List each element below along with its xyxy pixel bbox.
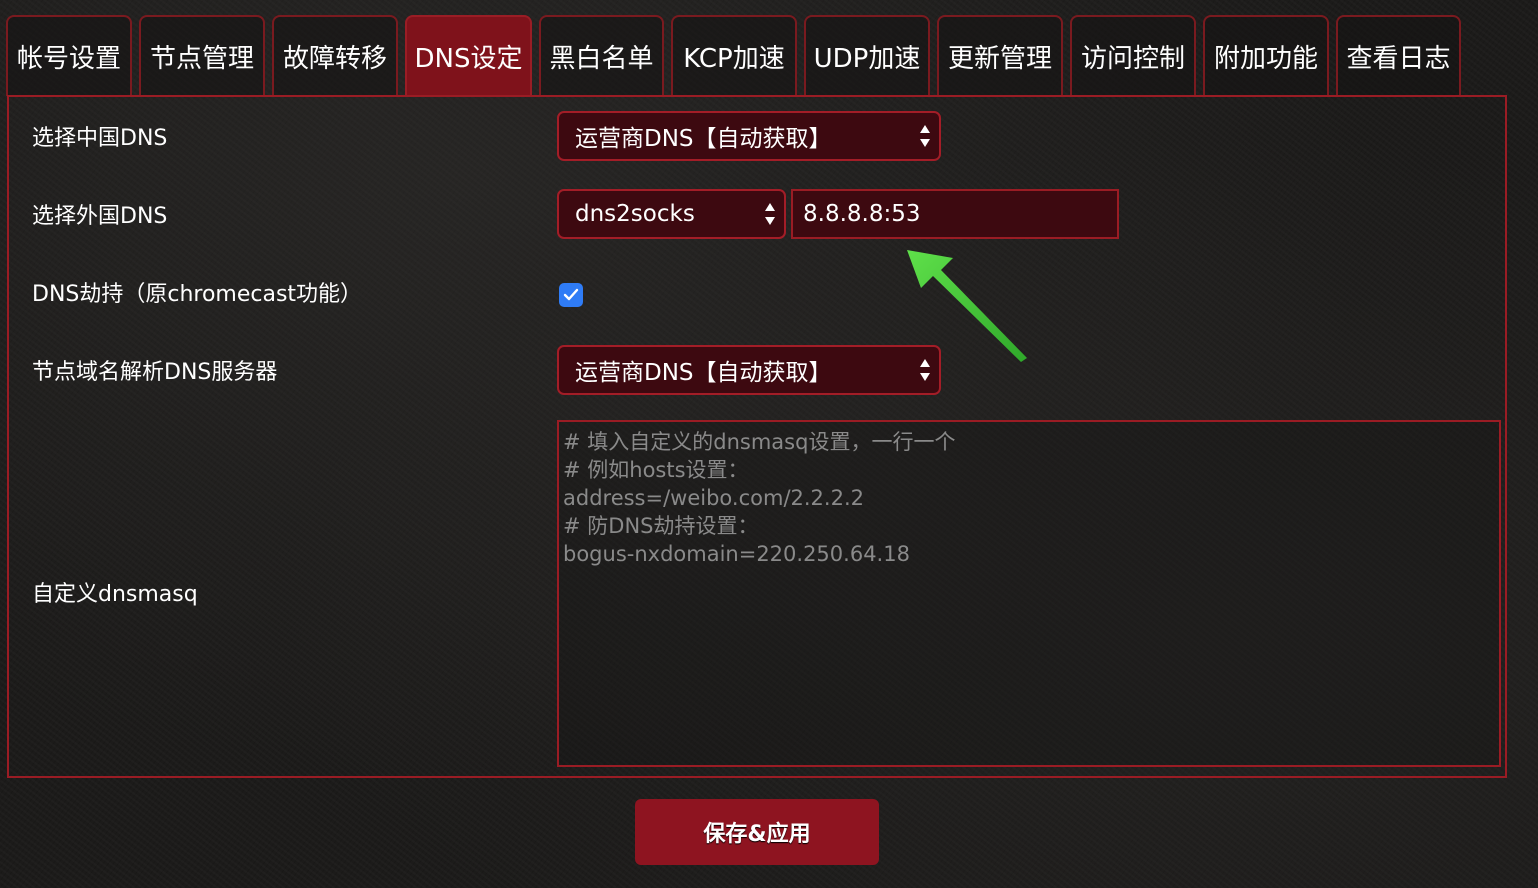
dns-hijack-checkbox[interactable]: [559, 283, 583, 307]
checkmark-icon: [563, 288, 579, 301]
china-dns-select[interactable]: 运营商DNS【自动获取】: [557, 111, 941, 161]
placeholder-line: # 防DNS劫持设置：: [563, 514, 759, 538]
china-dns-label: 选择中国DNS: [32, 126, 168, 151]
custom-dnsmasq-label: 自定义dnsmasq: [32, 582, 198, 607]
foreign-dns-server-value: 8.8.8.8:53: [803, 201, 921, 227]
updown-arrows-icon: [765, 203, 775, 225]
tab-bar: 帐号设置 节点管理 故障转移 DNS设定 黑白名单 KCP加速 UDP加速 更新…: [6, 15, 1461, 96]
tab-failover[interactable]: 故障转移: [272, 15, 398, 96]
foreign-dns-mode-value: dns2socks: [575, 201, 695, 227]
node-dns-label: 节点域名解析DNS服务器: [32, 360, 278, 385]
custom-dnsmasq-textarea[interactable]: # 填入自定义的dnsmasq设置，一行一个 # 例如hosts设置： addr…: [557, 420, 1501, 767]
tab-additional-functions[interactable]: 附加功能: [1203, 15, 1329, 96]
foreign-dns-label: 选择外国DNS: [32, 204, 168, 229]
placeholder-line: # 例如hosts设置：: [563, 458, 749, 482]
node-dns-select[interactable]: 运营商DNS【自动获取】: [557, 345, 941, 395]
tab-dns-settings[interactable]: DNS设定: [405, 15, 532, 96]
tab-udp-acceleration[interactable]: UDP加速: [804, 15, 930, 96]
tab-kcp-acceleration[interactable]: KCP加速: [671, 15, 797, 96]
dns-hijack-label: DNS劫持（原chromecast功能）: [32, 282, 363, 307]
placeholder-line: address=/weibo.com/2.2.2.2: [563, 486, 864, 510]
placeholder-line: # 填入自定义的dnsmasq设置，一行一个: [563, 430, 956, 454]
node-dns-select-value: 运营商DNS【自动获取】: [575, 360, 832, 386]
tab-account-settings[interactable]: 帐号设置: [6, 15, 132, 96]
save-apply-button[interactable]: 保存&应用: [635, 799, 879, 865]
placeholder-line: bogus-nxdomain=220.250.64.18: [563, 542, 910, 566]
green-arrow-icon: [907, 250, 1027, 362]
tab-black-white-list[interactable]: 黑白名单: [539, 15, 664, 96]
updown-arrows-icon: [920, 125, 930, 147]
tab-view-logs[interactable]: 查看日志: [1336, 15, 1461, 96]
china-dns-select-value: 运营商DNS【自动获取】: [575, 126, 832, 152]
tab-node-management[interactable]: 节点管理: [139, 15, 265, 96]
tab-update-management[interactable]: 更新管理: [937, 15, 1063, 96]
tab-access-control[interactable]: 访问控制: [1070, 15, 1196, 96]
foreign-dns-mode-select[interactable]: dns2socks: [557, 189, 786, 239]
foreign-dns-server-input[interactable]: 8.8.8.8:53: [791, 189, 1119, 239]
